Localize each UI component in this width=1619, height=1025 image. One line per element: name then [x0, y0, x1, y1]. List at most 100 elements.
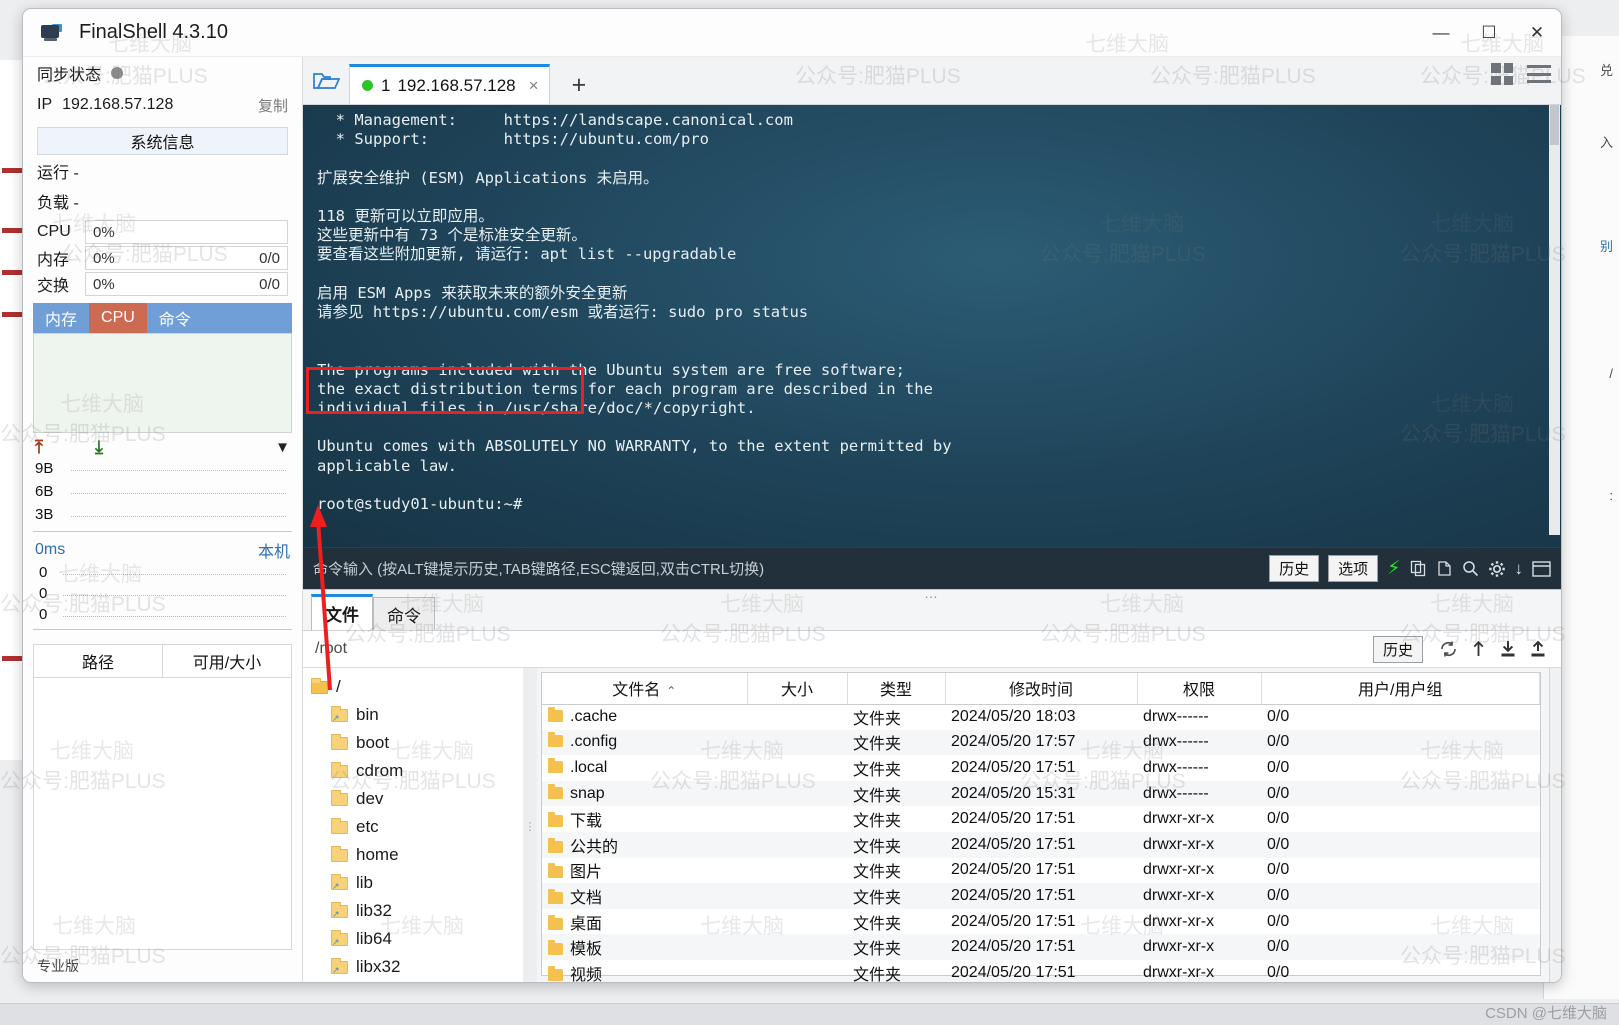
maximize-icon[interactable]: ☐ [1465, 9, 1513, 57]
folder-icon [548, 965, 563, 981]
path-input[interactable]: /root [311, 636, 1373, 662]
minimize-icon[interactable]: — [1417, 9, 1465, 57]
sync-status-row: 同步状态 [23, 57, 302, 89]
table-row[interactable]: 图片 文件夹 2024/05/20 17:51 drwxr-xr-x 0/0 [542, 858, 1540, 884]
table-row[interactable]: .cache 文件夹 2024/05/20 18:03 drwx------ 0/0 [542, 704, 1540, 730]
search-icon[interactable] [1462, 560, 1479, 577]
tree-node-label: dev [356, 789, 384, 808]
terminal-scrollbar[interactable] [1549, 105, 1560, 535]
tree-node-home[interactable]: home [303, 841, 523, 869]
window-icon[interactable] [1532, 560, 1551, 577]
tab-files[interactable]: 文件 [311, 594, 373, 630]
tree-node-lib[interactable]: ↗ lib [303, 869, 523, 897]
ping-chart: 0 0 0 [33, 564, 292, 630]
refresh-icon[interactable] [1433, 636, 1463, 662]
cell-permissions: drwxr-xr-x [1137, 934, 1261, 960]
table-row[interactable]: 公共的 文件夹 2024/05/20 17:51 drwxr-xr-x 0/0 [542, 831, 1540, 858]
folder-icon [548, 940, 563, 956]
command-input-bar[interactable]: 命令输入 (按ALT键提示历史,TAB键路径,ESC键返回,双击CTRL切换) … [303, 547, 1561, 589]
grid-view-icon[interactable] [1491, 63, 1513, 85]
copy-icon[interactable] [1410, 560, 1427, 577]
tree-node-lib64[interactable]: ↗ lib64 [303, 925, 523, 953]
terminal-session-tab[interactable]: 1 192.168.57.128 × [349, 64, 550, 104]
tree-node-bin[interactable]: ↗ bin [303, 701, 523, 729]
system-info-button[interactable]: 系统信息 [37, 127, 288, 155]
tree-node-lib32[interactable]: ↗ lib32 [303, 897, 523, 925]
lightning-icon[interactable]: ⚡ [1387, 557, 1400, 580]
path-history-button[interactable]: 历史 [1372, 635, 1423, 663]
command-history-button[interactable]: 历史 [1269, 555, 1320, 582]
column-header-modified[interactable]: 修改时间 [945, 673, 1138, 705]
cell-type: 文件夹 [847, 883, 945, 909]
column-header-type[interactable]: 类型 [847, 673, 946, 705]
new-tab-button[interactable]: + [562, 71, 597, 104]
upload-icon[interactable] [1523, 636, 1553, 662]
tree-node-cdrom[interactable]: cdrom [303, 757, 523, 785]
cell-type: 文件夹 [847, 831, 945, 858]
table-row[interactable]: .config 文件夹 2024/05/20 17:57 drwx------ 0/0 [542, 729, 1540, 756]
cell-size [747, 729, 847, 756]
tree-node-boot[interactable]: boot [303, 729, 523, 757]
close-tab-icon[interactable]: × [529, 76, 539, 96]
file-list: 文件名 ⌃ 大小 类型 修改时间 权限 用户/用户组 .cache 文件夹 2024/… [541, 672, 1541, 982]
tab-memory[interactable]: 内存 [33, 303, 89, 333]
cell-filename: 下载 [542, 806, 747, 832]
tab-index: 1 [381, 75, 391, 95]
table-row[interactable]: 桌面 文件夹 2024/05/20 17:51 drwxr-xr-x 0/0 [542, 909, 1540, 935]
chevron-down-icon[interactable]: ▼ [275, 439, 290, 456]
table-row[interactable]: snap 文件夹 2024/05/20 15:31 drwx------ 0/0 [542, 780, 1540, 807]
disk-column-path[interactable]: 路径 [34, 645, 163, 677]
sort-ascending-icon: ⌃ [666, 684, 677, 699]
cell-type: 文件夹 [847, 780, 945, 807]
close-icon[interactable]: ✕ [1513, 9, 1561, 57]
folder-icon [331, 817, 348, 834]
upload-arrow-icon[interactable] [1463, 636, 1493, 662]
gear-icon[interactable] [1488, 560, 1506, 578]
panel-splitter[interactable]: ⋮ [523, 668, 537, 982]
gauge-label-cpu: CPU [37, 223, 71, 240]
folder-shortcut-icon: ↗ [331, 929, 348, 946]
tab-cpu[interactable]: CPU [89, 303, 147, 333]
tree-node-dev[interactable]: dev [303, 785, 523, 813]
ping-latency-value: 0ms [35, 541, 66, 558]
server-info-sidebar: 同步状态 IP 192.168.57.128 复制 系统信息 运行 - 负载 -… [23, 57, 303, 982]
cell-owner: 0/0 [1267, 758, 1290, 776]
copy-ip-button[interactable]: 复制 [258, 95, 288, 116]
gauge-value-cpu: 0% [93, 223, 115, 241]
hamburger-menu-icon[interactable] [1527, 65, 1551, 83]
cell-filename: 图片 [542, 858, 747, 884]
resource-monitor-tabs: 内存 CPU 命令 [33, 303, 292, 333]
download-icon[interactable]: ↓ [1515, 559, 1524, 579]
terminal-output-area[interactable]: * Management: https://landscape.canonica… [303, 105, 1561, 547]
tree-node-root[interactable]: / [303, 673, 523, 701]
paste-icon[interactable] [1436, 560, 1453, 577]
tab-commands[interactable]: 命令 [373, 597, 435, 630]
tab-process[interactable]: 命令 [147, 303, 203, 333]
column-header-size[interactable]: 大小 [747, 673, 848, 705]
download-icon[interactable] [1493, 636, 1523, 662]
cell-permissions: drwx------ [1137, 780, 1261, 807]
panel-resize-handle[interactable]: … [924, 586, 940, 600]
table-row[interactable]: 视频 文件夹 2024/05/20 17:51 drwxr-xr-x 0/0 [542, 960, 1540, 982]
disk-column-size[interactable]: 可用/大小 [163, 645, 291, 677]
cell-type: 文件夹 [853, 864, 902, 882]
table-row[interactable]: 模板 文件夹 2024/05/20 17:51 drwxr-xr-x 0/0 [542, 934, 1540, 960]
directory-tree: / ↗ bin boot cdrom dev etc home ↗ lib ↗ … [303, 668, 523, 982]
tree-node-libx32[interactable]: ↗ libx32 [303, 953, 523, 981]
file-list-scrollbar[interactable] [1549, 668, 1561, 982]
column-header-owner[interactable]: 用户/用户组 [1261, 673, 1540, 705]
folder-shortcut-icon: ↗ [331, 705, 348, 722]
cell-filename: .config [542, 729, 747, 756]
cell-permissions: drwx------ [1143, 708, 1209, 726]
command-options-button[interactable]: 选项 [1328, 555, 1379, 582]
sync-status-label: 同步状态 [37, 67, 102, 84]
cell-modified: 2024/05/20 17:57 [945, 729, 1137, 756]
open-folder-icon[interactable] [303, 58, 349, 104]
table-row[interactable]: .local 文件夹 2024/05/20 17:51 drwx------ 0/0 [542, 755, 1540, 781]
table-row[interactable]: 文档 文件夹 2024/05/20 17:51 drwxr-xr-x 0/0 [542, 883, 1540, 909]
tree-node-etc[interactable]: etc [303, 813, 523, 841]
gauge-bar-memory: 0% 0/0 [85, 246, 288, 270]
column-header-filename[interactable]: 文件名 ⌃ [542, 673, 748, 705]
table-row[interactable]: 下载 文件夹 2024/05/20 17:51 drwxr-xr-x 0/0 [542, 806, 1540, 832]
column-header-permissions[interactable]: 权限 [1137, 673, 1262, 705]
